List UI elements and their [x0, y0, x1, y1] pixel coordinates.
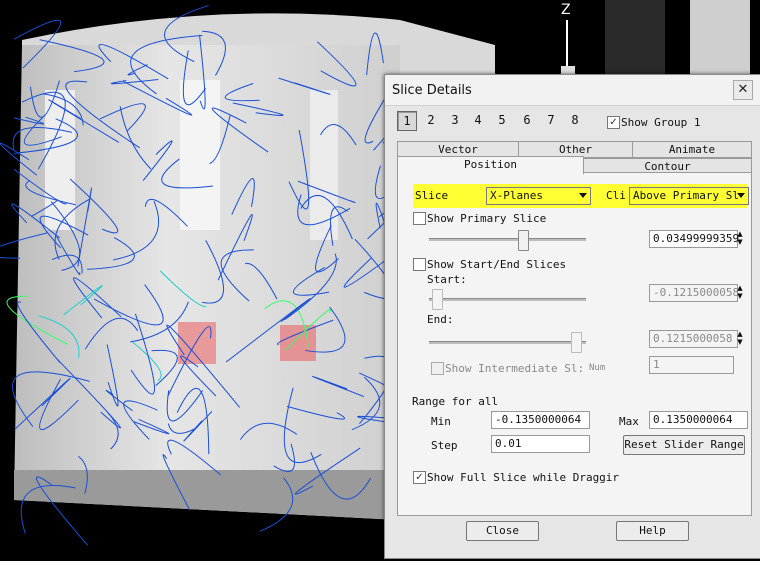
- group-button-3[interactable]: 3: [446, 111, 464, 129]
- show-intermediate-label: Show Intermediate Sl:: [445, 362, 585, 375]
- start-slider-track[interactable]: [429, 298, 586, 301]
- end-slider-track[interactable]: [429, 341, 586, 344]
- end-value-field[interactable]: 0.1215000058: [649, 330, 738, 348]
- show-full-slice-label: Show Full Slice while Draggir: [427, 471, 620, 484]
- show-intermediate-checkbox[interactable]: [431, 362, 444, 375]
- clip-label: Cli: [606, 189, 626, 202]
- show-group-label: Show Group 1: [621, 116, 701, 129]
- group-button-7[interactable]: 7: [542, 111, 560, 129]
- end-label: End:: [427, 313, 454, 326]
- tab-position[interactable]: Position: [397, 156, 584, 174]
- primary-spinner[interactable]: ▲ ▼: [735, 230, 745, 246]
- slice-details-dialog: Slice Details ✕ 1 2 3 4 5 6 7 8 ✓ Show G…: [384, 74, 760, 559]
- slice-dropdown-value: X-Planes: [490, 189, 543, 202]
- primary-slider-thumb[interactable]: [518, 230, 530, 251]
- spin-up-icon[interactable]: ▲: [735, 330, 745, 338]
- close-icon[interactable]: ✕: [733, 80, 753, 100]
- close-button[interactable]: Close: [466, 521, 539, 541]
- start-slider-thumb[interactable]: [432, 289, 443, 310]
- clip-dropdown[interactable]: Above Primary Sl: [629, 187, 749, 205]
- group-button-6[interactable]: 6: [518, 111, 536, 129]
- group-button-5[interactable]: 5: [493, 111, 511, 129]
- show-primary-slice-label: Show Primary Slice: [427, 212, 547, 225]
- start-label: Start:: [427, 273, 467, 286]
- num-label: Num: [589, 363, 606, 373]
- max-label: Max: [619, 415, 639, 428]
- primary-value-field[interactable]: 0.03499999359: [649, 230, 739, 248]
- group-button-8[interactable]: 8: [566, 111, 584, 129]
- end-slider-thumb[interactable]: [571, 332, 582, 353]
- show-primary-slice-checkbox[interactable]: [413, 212, 426, 225]
- min-label: Min: [431, 415, 451, 428]
- group-button-2[interactable]: 2: [422, 111, 440, 129]
- show-start-end-label: Show Start/End Slices: [427, 258, 567, 271]
- show-group-checkbox[interactable]: ✓: [607, 116, 620, 129]
- group-button-1[interactable]: 1: [397, 111, 417, 131]
- start-spinner[interactable]: ▲ ▼: [735, 284, 745, 300]
- spin-up-icon[interactable]: ▲: [735, 230, 745, 238]
- spin-down-icon[interactable]: ▼: [735, 338, 745, 346]
- tab-animate[interactable]: Animate: [632, 141, 752, 158]
- min-field[interactable]: -0.1350000064: [491, 411, 590, 429]
- slice-dropdown[interactable]: X-Planes: [486, 187, 591, 205]
- show-full-slice-checkbox[interactable]: ✓: [413, 471, 426, 484]
- reset-slider-range-button[interactable]: Reset Slider Range: [623, 435, 745, 455]
- primary-slider-track[interactable]: [429, 238, 586, 241]
- slice-label: Slice: [415, 189, 449, 202]
- dialog-title: Slice Details: [392, 83, 472, 98]
- help-button[interactable]: Help: [616, 521, 689, 541]
- show-start-end-checkbox[interactable]: [413, 258, 426, 271]
- spin-up-icon[interactable]: ▲: [735, 284, 745, 292]
- spin-down-icon[interactable]: ▼: [735, 238, 745, 246]
- end-spinner[interactable]: ▲ ▼: [735, 330, 745, 346]
- z-axis-label: Z: [561, 2, 571, 18]
- max-field[interactable]: 0.1350000064: [649, 411, 748, 429]
- step-field[interactable]: 0.01: [491, 435, 590, 453]
- range-label: Range for all: [412, 395, 499, 408]
- chevron-down-icon: [737, 193, 745, 198]
- step-label: Step: [431, 439, 458, 452]
- dialog-titlebar[interactable]: Slice Details ✕: [385, 75, 760, 106]
- start-value-field[interactable]: -0.1215000058: [649, 284, 739, 302]
- spin-down-icon[interactable]: ▼: [735, 292, 745, 300]
- group-button-4[interactable]: 4: [469, 111, 487, 129]
- chevron-down-icon: [579, 193, 587, 198]
- clip-dropdown-value: Above Primary Sl: [633, 189, 739, 202]
- num-field[interactable]: 1: [649, 356, 734, 374]
